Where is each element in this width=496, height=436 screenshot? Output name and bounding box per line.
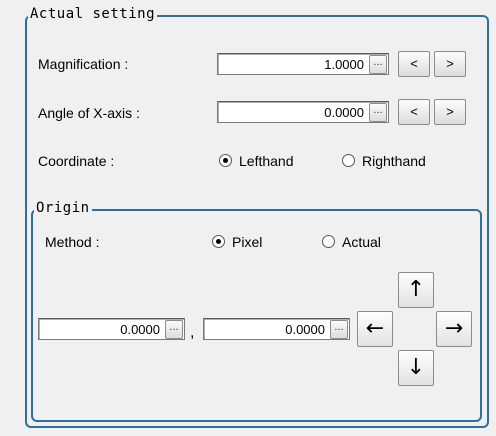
angle-label: Angle of X-axis : — [38, 105, 140, 121]
angle-field[interactable]: 0.0000 ... — [217, 101, 389, 123]
coordinate-righthand-label: Righthand — [362, 153, 426, 169]
angle-increase-button[interactable]: > — [434, 99, 466, 125]
method-actual-label: Actual — [342, 234, 381, 250]
move-up-arrow-button[interactable]: ↑ — [398, 272, 434, 308]
coordinate-lefthand-label: Lefthand — [239, 153, 294, 169]
coordinate-lefthand-radio[interactable]: Lefthand — [219, 153, 294, 169]
origin-x-field[interactable]: 0.0000 ... — [38, 318, 185, 340]
actual-setting-legend: Actual setting — [28, 6, 158, 22]
radio-selected-icon — [219, 154, 232, 167]
magnification-field[interactable]: 1.0000 ... — [217, 53, 389, 75]
method-pixel-radio[interactable]: Pixel — [212, 234, 262, 250]
angle-decrease-button[interactable]: < — [398, 99, 430, 125]
angle-ellipsis-button[interactable]: ... — [369, 103, 387, 122]
magnification-value: 1.0000 — [324, 57, 364, 72]
radio-unselected-icon — [342, 154, 355, 167]
move-right-arrow-button[interactable]: → — [436, 311, 472, 347]
angle-value: 0.0000 — [324, 105, 364, 120]
magnification-decrease-button[interactable]: < — [398, 51, 430, 77]
move-left-arrow-button[interactable]: ← — [357, 311, 393, 347]
origin-y-field[interactable]: 0.0000 ... — [203, 318, 350, 340]
radio-selected-icon — [212, 235, 225, 248]
coordinate-separator: , — [190, 324, 195, 341]
origin-x-ellipsis-button[interactable]: ... — [165, 320, 183, 339]
method-pixel-label: Pixel — [232, 234, 263, 250]
origin-y-value: 0.0000 — [285, 322, 325, 337]
move-down-arrow-button[interactable]: ↓ — [398, 350, 434, 386]
radio-unselected-icon — [322, 235, 335, 248]
coordinate-label: Coordinate : — [38, 153, 115, 169]
coordinate-righthand-radio[interactable]: Righthand — [342, 153, 426, 169]
origin-x-value: 0.0000 — [120, 322, 160, 337]
magnification-label: Magnification : — [38, 56, 129, 72]
origin-y-ellipsis-button[interactable]: ... — [330, 320, 348, 339]
method-actual-radio[interactable]: Actual — [322, 234, 381, 250]
method-label: Method : — [45, 234, 100, 250]
magnification-ellipsis-button[interactable]: ... — [369, 55, 387, 74]
origin-legend: Origin — [34, 200, 92, 216]
magnification-increase-button[interactable]: > — [434, 51, 466, 77]
